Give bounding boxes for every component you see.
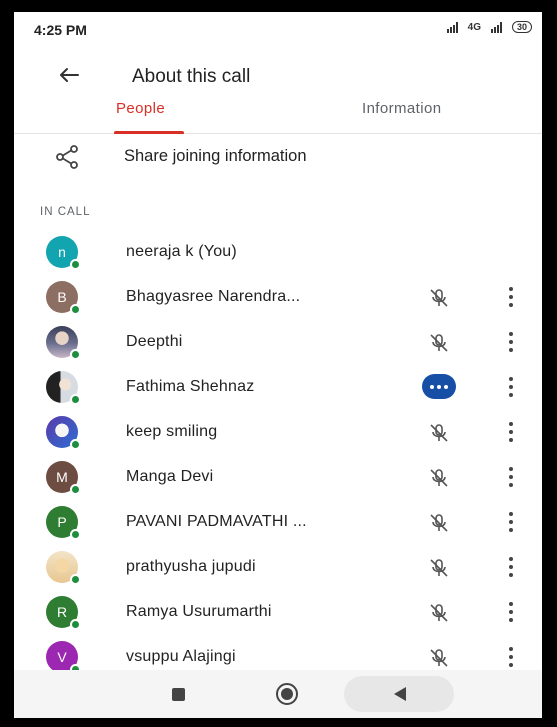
- participant-row[interactable]: M Manga Devi: [14, 455, 542, 500]
- participant-name: keep smiling: [126, 423, 218, 440]
- active-tab-indicator: [114, 131, 184, 134]
- mic-off-icon: [430, 514, 448, 532]
- participant-name: Ramya Usurumarthi: [126, 603, 272, 620]
- mic-off-icon: [430, 424, 448, 442]
- avatar-initial: M: [56, 469, 68, 485]
- more-vert-icon[interactable]: [508, 287, 514, 307]
- avatar-initial: P: [57, 514, 67, 530]
- participant-row[interactable]: B Bhagyasree Narendra...: [14, 275, 542, 320]
- avatar: B: [46, 281, 81, 315]
- status-bar: 4:25 PM 4G 30: [14, 12, 542, 48]
- avatar: V: [46, 641, 81, 675]
- participant-name: vsuppu Alajingi: [126, 648, 236, 665]
- online-indicator: [70, 259, 81, 270]
- avatar: [46, 371, 81, 405]
- participant-row[interactable]: prathyusha jupudi: [14, 545, 542, 590]
- avatar-initial: V: [57, 649, 67, 665]
- share-icon: [56, 145, 78, 169]
- participant-name: prathyusha jupudi: [126, 558, 256, 575]
- participant-list: n neeraja k (You) B Bhagyasree Narendra.…: [14, 230, 542, 680]
- status-time: 4:25 PM: [34, 22, 87, 38]
- signal-icon: [446, 21, 458, 33]
- online-indicator: [70, 394, 81, 405]
- share-joining-info-row[interactable]: Share joining information: [14, 138, 542, 178]
- arrow-left-icon[interactable]: [54, 60, 84, 90]
- avatar: [46, 416, 81, 450]
- network-label: 4G: [467, 21, 481, 33]
- back-triangle-icon[interactable]: [394, 687, 406, 701]
- more-vert-icon[interactable]: [508, 377, 514, 397]
- page-title: About this call: [132, 66, 251, 87]
- recents-icon[interactable]: [172, 688, 185, 701]
- online-indicator: [70, 304, 81, 315]
- system-nav-bar: [14, 670, 542, 718]
- avatar-initial: B: [57, 289, 67, 305]
- mic-off-icon: [430, 649, 448, 667]
- tab-bar: People Information: [14, 94, 542, 134]
- more-vert-icon[interactable]: [508, 647, 514, 667]
- online-indicator: [70, 484, 81, 495]
- avatar: R: [46, 596, 81, 630]
- participant-name: PAVANI PADMAVATHI ...: [126, 513, 307, 530]
- participant-row[interactable]: R Ramya Usurumarthi: [14, 590, 542, 635]
- tab-information[interactable]: Information: [362, 100, 441, 117]
- mic-off-icon: [430, 289, 448, 307]
- share-label: Share joining information: [124, 147, 307, 165]
- participant-name: Fathima Shehnaz: [126, 378, 255, 395]
- mic-off-icon: [430, 469, 448, 487]
- signal-icon-2: [490, 21, 502, 33]
- home-icon[interactable]: [276, 683, 298, 705]
- participant-row[interactable]: Fathima Shehnaz: [14, 365, 542, 410]
- more-vert-icon[interactable]: [508, 512, 514, 532]
- online-indicator: [70, 529, 81, 540]
- participant-row[interactable]: n neeraja k (You): [14, 230, 542, 275]
- more-vert-icon[interactable]: [508, 467, 514, 487]
- mic-off-icon: [430, 559, 448, 577]
- more-vert-icon[interactable]: [508, 332, 514, 352]
- avatar: n: [46, 236, 81, 270]
- avatar-initial: n: [58, 244, 66, 260]
- battery-icon: 30: [511, 21, 532, 33]
- online-indicator: [70, 574, 81, 585]
- avatar: [46, 551, 81, 585]
- participant-name: Manga Devi: [126, 468, 214, 485]
- avatar: [46, 326, 81, 360]
- tab-people[interactable]: People: [116, 100, 165, 117]
- more-vert-icon[interactable]: [508, 557, 514, 577]
- speaking-indicator-icon: [422, 374, 456, 399]
- section-label: IN CALL: [40, 206, 91, 218]
- mic-off-icon: [430, 604, 448, 622]
- online-indicator: [70, 439, 81, 450]
- avatar-initial: R: [56, 604, 68, 620]
- participant-row[interactable]: keep smiling: [14, 410, 542, 455]
- more-vert-icon[interactable]: [508, 602, 514, 622]
- participant-row[interactable]: P PAVANI PADMAVATHI ...: [14, 500, 542, 545]
- mic-off-icon: [430, 334, 448, 352]
- more-vert-icon[interactable]: [508, 422, 514, 442]
- avatar: M: [46, 461, 81, 495]
- participant-name: neeraja k (You): [126, 243, 237, 260]
- participant-row[interactable]: Deepthi: [14, 320, 542, 365]
- status-icons: 4G 30: [446, 21, 532, 33]
- avatar: P: [46, 506, 81, 540]
- participant-name: Deepthi: [126, 333, 183, 350]
- online-indicator: [70, 619, 81, 630]
- online-indicator: [70, 349, 81, 360]
- phone-screen: 4:25 PM 4G 30 About this call People Inf…: [14, 12, 542, 718]
- participant-name: Bhagyasree Narendra...: [126, 288, 301, 305]
